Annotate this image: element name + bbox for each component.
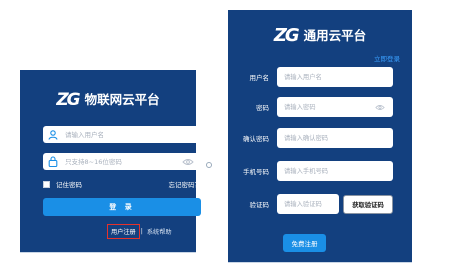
login-now-link[interactable]: 立即登录	[374, 53, 400, 63]
password-row: 密码	[228, 97, 412, 117]
reg-username-field[interactable]	[277, 67, 393, 87]
reg-code-field[interactable]	[277, 194, 363, 214]
divider-line	[228, 262, 412, 263]
screenshot-stage: ZG 物联网云平台 记住密码 忘记密码？ 登 录 用户注册 |	[0, 0, 454, 270]
username-row: 用户名	[228, 67, 412, 87]
phone-label: 手机号码	[243, 168, 269, 176]
reg-confirm-input[interactable]	[277, 128, 393, 148]
login-button[interactable]: 登 录	[43, 198, 201, 216]
password-field[interactable]	[43, 153, 201, 170]
eye-icon[interactable]	[180, 153, 196, 170]
circle-icon	[206, 162, 212, 168]
reg-phone-input[interactable]	[277, 161, 393, 181]
username-field[interactable]	[43, 126, 201, 143]
zg-logo-icon: ZG	[273, 25, 300, 46]
phone-row: 手机号码	[228, 161, 412, 181]
reg-confirm-field[interactable]	[277, 128, 393, 148]
reg-password-field[interactable]	[277, 97, 393, 117]
reg-password-input[interactable]	[277, 97, 372, 117]
register-panel: ZG 通用云平台 立即登录 用户名 密码 确认密码	[228, 10, 412, 262]
help-link[interactable]: 系统帮助	[147, 227, 172, 236]
get-code-button[interactable]: 获取验证码	[343, 194, 393, 214]
password-label: 密码	[256, 104, 269, 112]
remember-row: 记住密码 忘记密码？	[43, 178, 201, 190]
lock-icon	[46, 153, 60, 170]
code-row: 验证码 获取验证码	[228, 194, 412, 214]
user-icon	[46, 126, 60, 143]
divider-line	[20, 252, 196, 253]
login-title: 物联网云平台	[84, 92, 160, 107]
register-title: 通用云平台	[303, 28, 367, 43]
reg-phone-field[interactable]	[277, 161, 393, 181]
code-label: 验证码	[249, 201, 270, 209]
free-register-button[interactable]: 免费注册	[283, 234, 326, 252]
footer-links: 用户注册 | 系统帮助	[107, 223, 172, 239]
forgot-password-link[interactable]: 忘记密码？	[169, 179, 202, 189]
reg-username-input[interactable]	[277, 67, 393, 87]
link-separator: |	[140, 227, 143, 235]
remember-checkbox[interactable]	[43, 180, 50, 188]
username-label: 用户名	[249, 74, 270, 82]
register-logo: ZG 通用云平台	[228, 26, 412, 46]
password-input[interactable]	[60, 153, 180, 170]
login-panel: ZG 物联网云平台 记住密码 忘记密码？ 登 录 用户注册 |	[20, 70, 201, 252]
confirm-row: 确认密码	[228, 128, 412, 148]
remember-label: 记住密码	[56, 181, 82, 189]
username-input[interactable]	[60, 126, 201, 143]
zg-logo-icon: ZG	[56, 90, 80, 110]
login-logo: ZG 物联网云平台	[20, 90, 196, 110]
eye-icon[interactable]	[372, 99, 388, 116]
register-link[interactable]: 用户注册	[107, 223, 140, 239]
confirm-label: 确认密码	[243, 135, 269, 143]
